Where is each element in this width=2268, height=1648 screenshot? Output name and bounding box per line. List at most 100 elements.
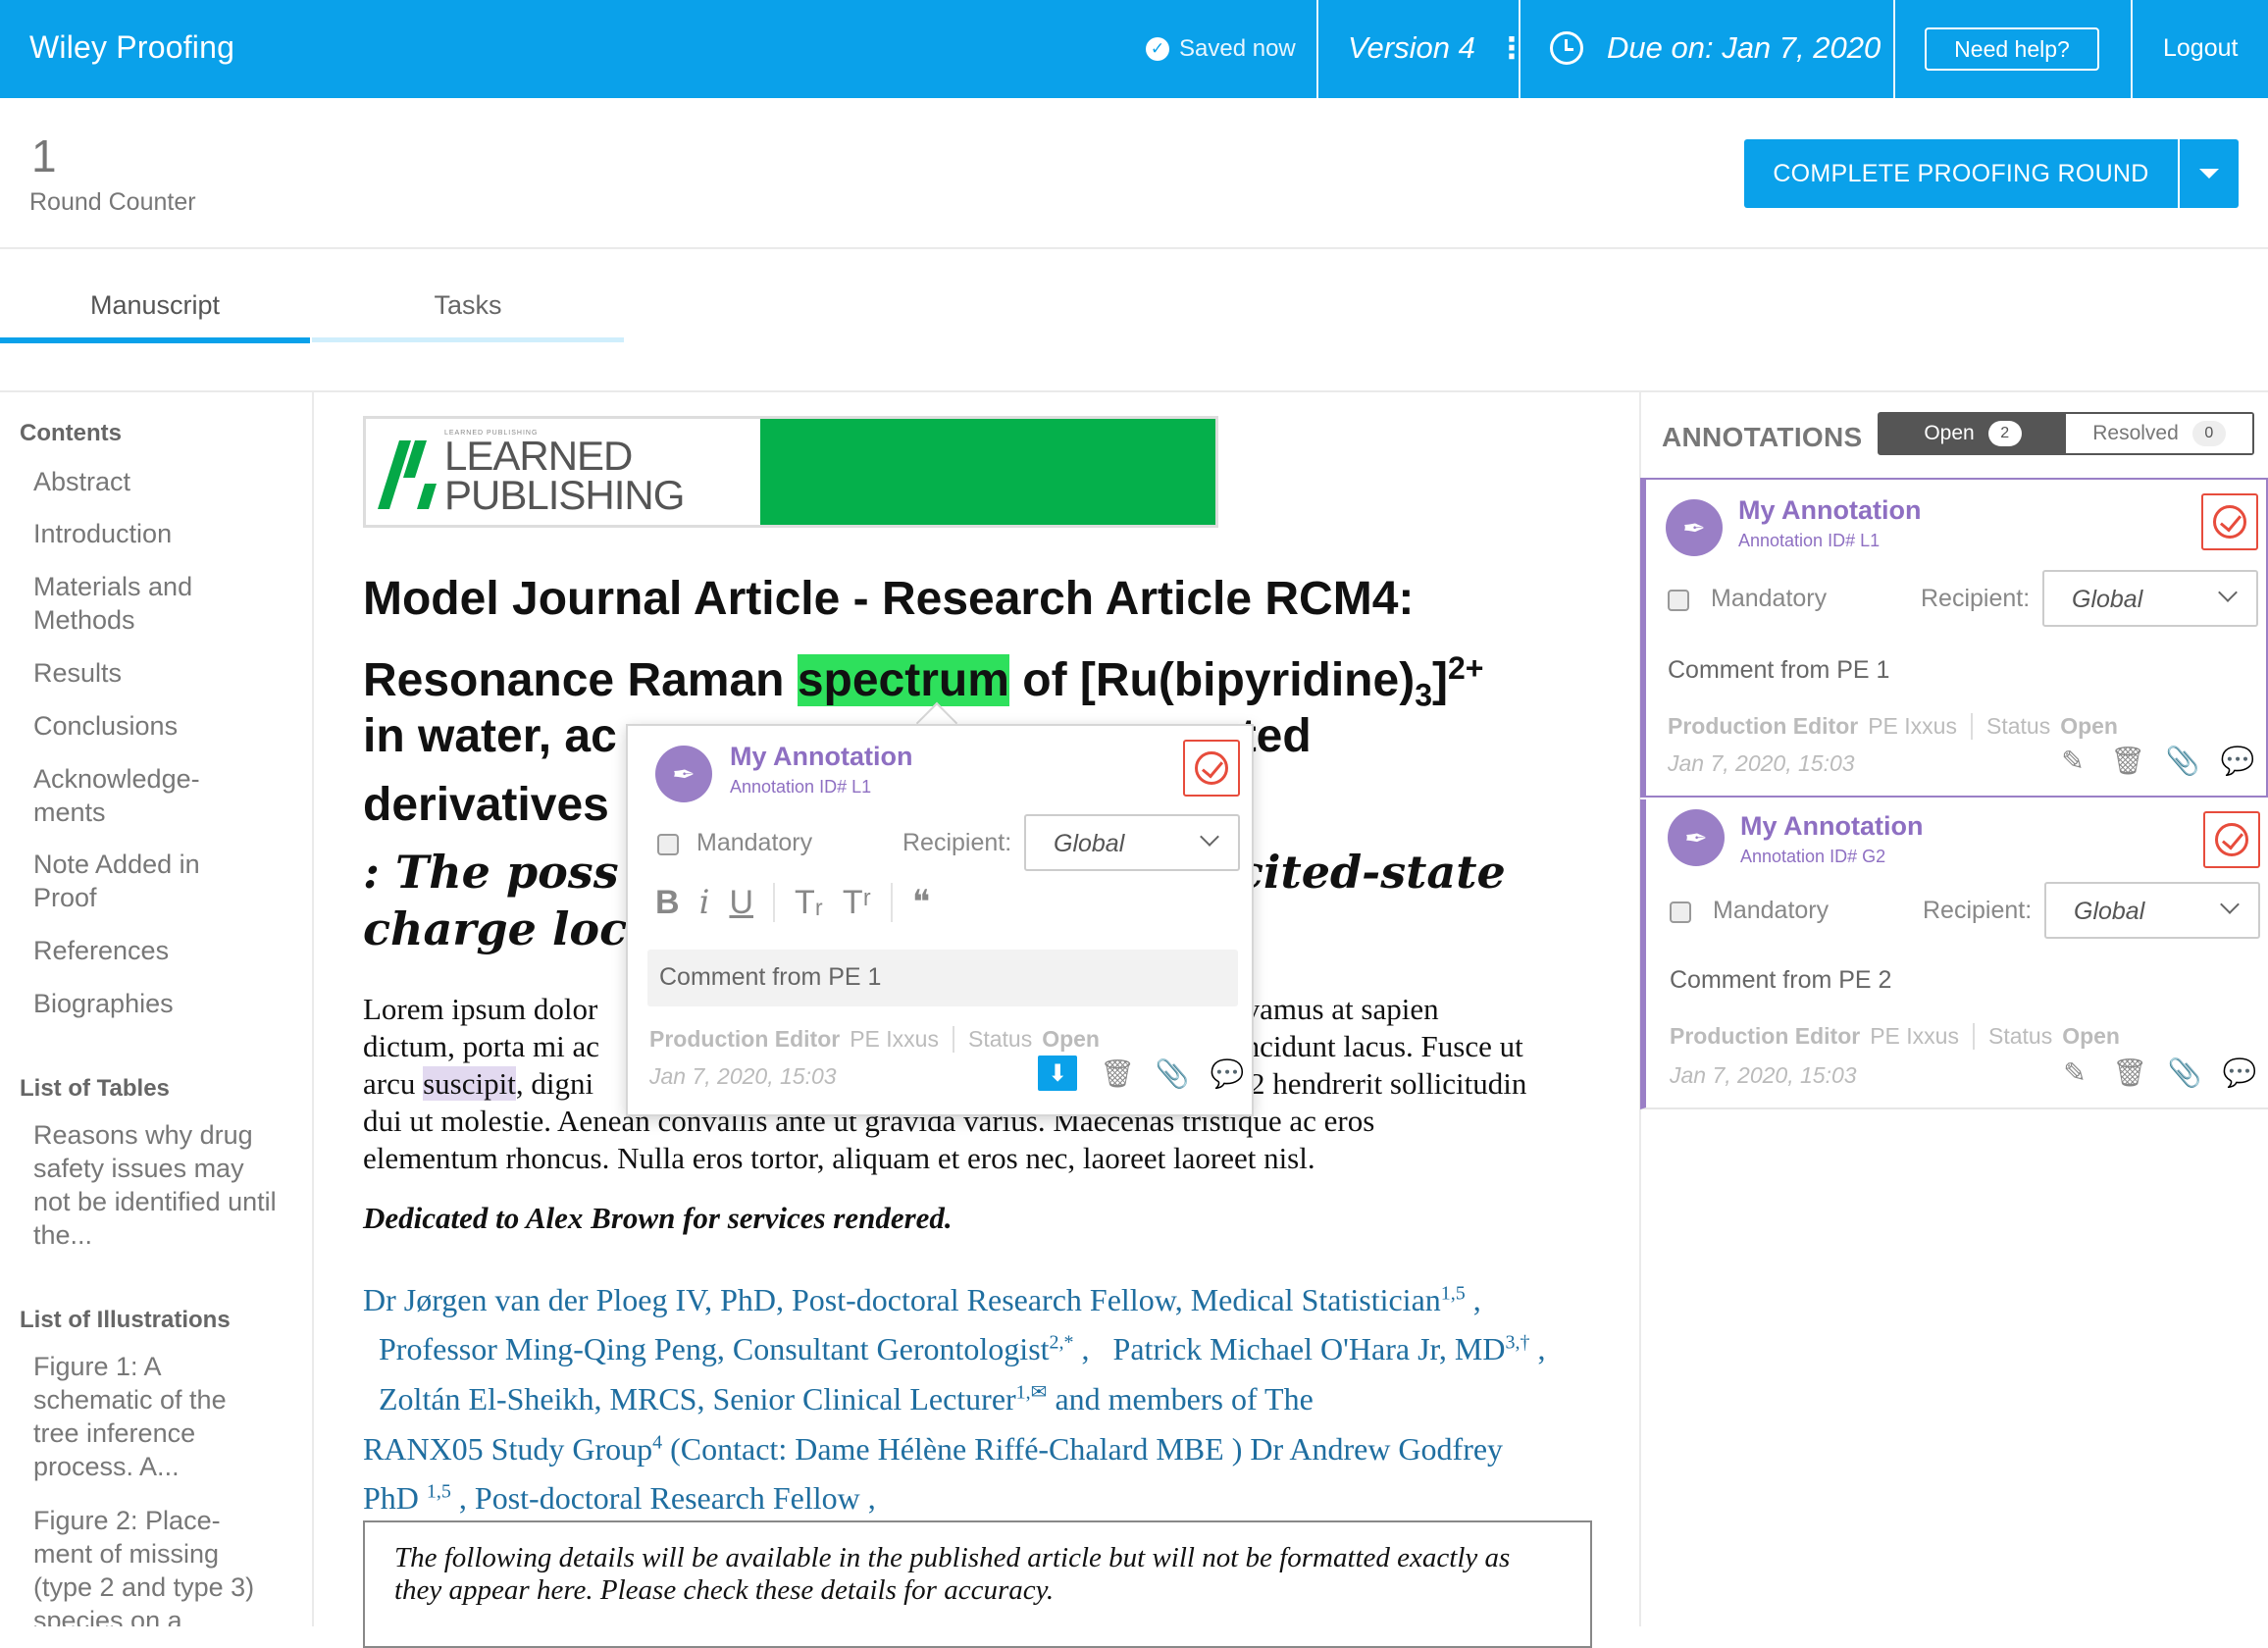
recipient-select[interactable]: Global — [2042, 570, 2258, 627]
learned-publishing-logo-mark — [378, 440, 437, 509]
trash-icon[interactable]: 🗑 — [2110, 745, 2145, 777]
figure-item[interactable]: Figure 1: A schematic of the tree infere… — [33, 1350, 261, 1483]
annotation-popup[interactable]: ✒ My Annotation Annotation ID# L1 Mandat… — [626, 724, 1254, 1116]
author[interactable]: PhD 1,5 , Post-doctoral Research Fellow … — [363, 1480, 876, 1516]
kebab-icon[interactable]: ⋮ — [1497, 31, 1526, 66]
resolved-count-badge: 0 — [2191, 421, 2226, 446]
edit-icon[interactable]: ✎ — [2060, 1056, 2089, 1089]
reply-icon[interactable]: 💬 — [1211, 1057, 1245, 1090]
body-line[interactable]: elementum rhoncus. Nulla eros tortor, al… — [363, 1140, 1609, 1177]
comment-editor[interactable]: Comment from PE 1 — [647, 950, 1238, 1006]
author[interactable]: Patrick Michael O'Hara Jr, MD3,† , — [1113, 1331, 1546, 1366]
tab-indicator — [312, 337, 624, 342]
logout-link[interactable]: Logout — [2163, 34, 2238, 63]
divider — [1519, 0, 1521, 98]
annotations-heading: ANNOTATIONS — [1662, 422, 1863, 452]
toc-item-note-added[interactable]: Note Added in Proof — [33, 848, 249, 914]
toc-item-introduction[interactable]: Introduction — [33, 517, 274, 550]
resolve-button[interactable] — [2201, 493, 2258, 550]
attach-icon[interactable]: 📎 — [1156, 1057, 1190, 1090]
recipient-select[interactable]: Global — [2044, 882, 2260, 939]
resolved-filter-button[interactable]: Resolved 0 — [2066, 414, 2252, 453]
mandatory-checkbox[interactable] — [1670, 901, 1691, 923]
underline-button[interactable]: U — [729, 884, 753, 922]
annotation-id: Annotation ID# L1 — [730, 777, 872, 797]
toc-item-acknowledgements[interactable]: Acknowledge-ments — [33, 762, 249, 829]
logo-line2: PUBLISHING — [444, 471, 685, 518]
mandatory-checkbox[interactable] — [657, 834, 679, 855]
pen-icon: ✒ — [655, 746, 712, 802]
article-title-line1[interactable]: Model Journal Article - Research Article… — [363, 565, 1599, 634]
author-list[interactable]: Dr Jørgen van der Ploeg IV, PhD, Post-do… — [363, 1271, 1604, 1519]
toc-item-materials[interactable]: Materials and Methods — [33, 570, 274, 637]
complete-proofing-button[interactable]: COMPLETE PROOFING ROUND — [1744, 139, 2178, 208]
download-icon[interactable]: ⬇ — [1038, 1056, 1077, 1091]
edit-icon[interactable]: ✎ — [2058, 745, 2088, 777]
figure-item[interactable]: Figure 2: Place-ment of missing (type 2 … — [33, 1504, 261, 1626]
round-counter-label: Round Counter — [29, 188, 196, 216]
annotation-card[interactable]: ✒ My Annotation Annotation ID# L1 Mandat… — [1640, 478, 2268, 798]
italic-button[interactable]: i — [699, 883, 710, 922]
divider — [0, 390, 2268, 392]
annotation-card[interactable]: ✒ My Annotation Annotation ID# G2 Mandat… — [1640, 799, 2268, 1109]
table-item[interactable]: Reasons why drug safety issues may not b… — [33, 1118, 279, 1252]
author[interactable]: RANX05 Study Group4 (Contact: Dame Hélèn… — [363, 1431, 1503, 1467]
resolve-check-icon — [2215, 823, 2248, 856]
resolve-button[interactable] — [1183, 740, 1240, 797]
format-toolbar: B i U Tᵣ Tʳ ❝ — [655, 883, 930, 922]
divider — [0, 247, 2268, 249]
version-menu[interactable]: Version 4 ⋮ — [1348, 30, 1526, 66]
resolve-check-icon — [1195, 751, 1228, 785]
toc-item-results[interactable]: Results — [33, 656, 274, 690]
quote-button[interactable]: ❝ — [912, 883, 930, 922]
subscript-button[interactable]: Tᵣ — [795, 884, 823, 922]
toc-item-biographies[interactable]: Biographies — [33, 987, 274, 1020]
dedication[interactable]: Dedicated to Alex Brown for services ren… — [363, 1201, 953, 1236]
trash-icon[interactable]: 🗑 — [1100, 1057, 1135, 1090]
annotation-name: My Annotation — [1738, 495, 1922, 525]
annotation-actions: ✎ 🗑 📎 💬 — [2058, 745, 2255, 777]
author[interactable]: Dr Jørgen van der Ploeg IV, PhD, Post-do… — [363, 1282, 1481, 1317]
pen-icon: ✒ — [1668, 809, 1725, 866]
divider — [1893, 0, 1895, 98]
annotation-actions: ⬇ 🗑 📎 💬 — [1038, 1056, 1245, 1091]
tab-tasks[interactable]: Tasks — [312, 290, 624, 321]
tab-indicator-active — [0, 337, 310, 343]
author[interactable]: Professor Ming-Qing Peng, Consultant Ger… — [379, 1331, 1090, 1366]
reply-icon[interactable]: 💬 — [2221, 745, 2255, 777]
round-counter-value: 1 — [31, 130, 57, 181]
toc-item-conclusions[interactable]: Conclusions — [33, 709, 274, 743]
annotation-comment: Comment from PE 2 — [1670, 966, 1892, 994]
author[interactable]: Zoltán El-Sheikh, MRCS, Senior Clinical … — [379, 1381, 1314, 1416]
reply-icon[interactable]: 💬 — [2223, 1056, 2257, 1089]
attach-icon[interactable]: 📎 — [2168, 1056, 2202, 1089]
chevron-down-icon — [1200, 827, 1219, 847]
toc-item-references[interactable]: References — [33, 934, 274, 967]
trash-icon[interactable]: 🗑 — [2112, 1056, 2147, 1089]
attach-icon[interactable]: 📎 — [2166, 745, 2200, 777]
check-circle-icon: ✓ — [1146, 37, 1169, 61]
tab-manuscript[interactable]: Manuscript — [0, 290, 310, 321]
annotation-filter-toggle: Open 2 Resolved 0 — [1878, 412, 2254, 455]
complete-options-dropdown[interactable] — [2178, 139, 2239, 208]
recipient-select[interactable]: Global — [1024, 814, 1240, 871]
due-date: Due on: Jan 7, 2020 — [1550, 30, 1881, 66]
bold-button[interactable]: B — [655, 884, 680, 922]
open-filter-button[interactable]: Open 2 — [1880, 414, 2066, 453]
annotation-id: Annotation ID# G2 — [1740, 847, 1886, 866]
open-count-badge: 2 — [1987, 421, 2022, 446]
toc-item-abstract[interactable]: Abstract — [33, 465, 274, 498]
app-brand[interactable]: Wiley Proofing — [29, 29, 234, 66]
journal-logo: LEARNED PUBLISHING LEARNED PUBLISHING — [363, 416, 1218, 528]
resolve-check-icon — [2213, 505, 2246, 539]
highlighted-annotation[interactable]: spectrum — [797, 654, 1009, 706]
annotation-meta: Production Editor PE Ixxus Status Open — [1668, 713, 2118, 740]
superscript-button[interactable]: Tʳ — [843, 884, 871, 922]
resolve-button[interactable] — [2203, 811, 2260, 868]
need-help-button[interactable]: Need help? — [1925, 27, 2099, 71]
annotation-date: Jan 7, 2020, 15:03 — [649, 1063, 837, 1089]
mandatory-checkbox[interactable] — [1668, 590, 1689, 611]
chevron-down-icon — [2218, 583, 2238, 602]
highlighted-annotation[interactable]: suscipit — [423, 1066, 516, 1101]
tables-heading: List of Tables — [20, 1075, 170, 1102]
